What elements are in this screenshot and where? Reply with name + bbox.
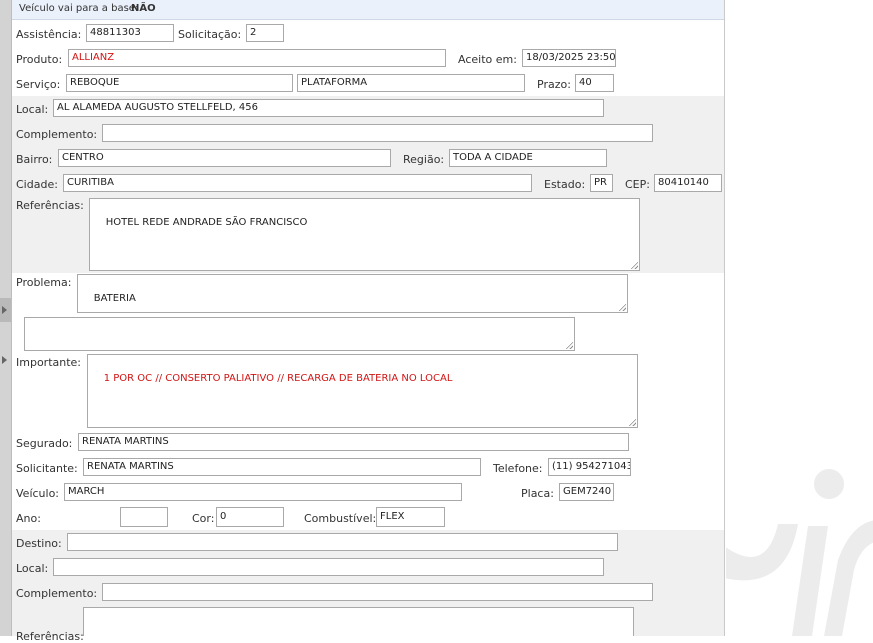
veiculo-field[interactable]: MARCH: [64, 483, 462, 501]
cidade-label: Cidade:: [16, 178, 58, 191]
problema-text: BATERIA: [93, 293, 136, 304]
combustivel-field[interactable]: FLEX: [376, 507, 445, 527]
expand-arrow-icon: [2, 306, 7, 314]
importante-label: Importante:: [16, 356, 82, 369]
complemento-field[interactable]: [102, 124, 653, 142]
servico-type-field[interactable]: PLATAFORMA: [297, 74, 525, 92]
cep-field[interactable]: 80410140: [654, 174, 722, 192]
ano-label: Ano:: [16, 512, 41, 525]
cor-field[interactable]: 0: [216, 507, 284, 527]
referencias-label: Referências:: [16, 199, 84, 212]
bairro-label: Bairro:: [16, 153, 53, 166]
veiculo-label: Veículo:: [16, 487, 60, 500]
cidade-field[interactable]: CURITIBA: [63, 174, 532, 192]
resize-grip-icon[interactable]: [630, 261, 638, 269]
aceito-field[interactable]: 18/03/2025 23:50: [522, 49, 616, 67]
importante-textarea[interactable]: 1 POR OC // CONSERTO PALIATIVO // RECARG…: [87, 354, 638, 428]
solicitante-label: Solicitante:: [16, 462, 78, 475]
cep-label: CEP:: [625, 178, 650, 191]
destino-label: Destino:: [16, 537, 62, 550]
prazo-label: Prazo:: [537, 78, 571, 91]
left-side-bar: [0, 0, 12, 636]
resize-grip-icon[interactable]: [618, 303, 626, 311]
problema-label: Problema:: [16, 276, 72, 289]
servico-field[interactable]: REBOQUE: [66, 74, 293, 92]
destino-complemento-label: Complemento:: [16, 587, 98, 600]
destino-local-label: Local:: [16, 562, 49, 575]
destino-referencias-textarea[interactable]: [83, 607, 634, 636]
local-label: Local:: [16, 103, 49, 116]
produto-label: Produto:: [16, 53, 63, 66]
resize-grip-icon[interactable]: [565, 341, 573, 349]
destino-field[interactable]: [67, 533, 618, 551]
solicitante-field[interactable]: RENATA MARTINS: [83, 458, 481, 476]
base-status-value: NÃO: [131, 3, 156, 14]
prazo-field[interactable]: 40: [575, 74, 614, 92]
assistencia-label: Assistência:: [16, 28, 82, 41]
telefone-label: Telefone:: [493, 462, 543, 475]
placa-label: Placa:: [521, 487, 554, 500]
regiao-label: Região:: [403, 153, 445, 166]
problema-detail-textarea[interactable]: [24, 317, 575, 351]
servico-label: Serviço:: [16, 78, 61, 91]
combustivel-label: Combustível:: [304, 512, 377, 525]
destino-local-field[interactable]: [53, 558, 604, 576]
referencias-textarea[interactable]: HOTEL REDE ANDRADE SÃO FRANCISCO: [89, 198, 640, 271]
service-details-panel: Veículo vai para a base: NÃO Assistência…: [12, 0, 725, 643]
complemento-label: Complemento:: [16, 128, 98, 141]
cor-label: Cor:: [192, 512, 215, 525]
destino-referencias-label: Referências:: [16, 630, 84, 643]
placa-field[interactable]: GEM7240: [559, 483, 614, 501]
resize-grip-icon[interactable]: [628, 418, 636, 426]
watermark-logo: [726, 469, 873, 636]
expand-arrow-icon[interactable]: [2, 356, 7, 364]
segurado-label: Segurado:: [16, 437, 73, 450]
segurado-field[interactable]: RENATA MARTINS: [78, 433, 629, 451]
problema-textarea[interactable]: BATERIA: [77, 274, 628, 313]
produto-field[interactable]: ALLIANZ: [68, 49, 446, 67]
solicitacao-field[interactable]: 2: [246, 24, 284, 42]
importante-text: 1 POR OC // CONSERTO PALIATIVO // RECARG…: [103, 373, 453, 384]
base-status-label: Veículo vai para a base:: [19, 3, 139, 14]
telefone-field[interactable]: (11) 954271043: [548, 458, 631, 476]
aceito-label: Aceito em:: [458, 53, 517, 66]
base-status-bar: Veículo vai para a base: NÃO: [12, 0, 724, 20]
estado-field[interactable]: PR: [590, 174, 613, 192]
regiao-field[interactable]: TODA A CIDADE: [449, 149, 607, 167]
estado-label: Estado:: [544, 178, 586, 191]
ano-field[interactable]: [120, 507, 168, 527]
side-panel-toggle[interactable]: [0, 298, 11, 322]
bairro-field[interactable]: CENTRO: [58, 149, 391, 167]
assistencia-field[interactable]: 48811303: [86, 24, 174, 42]
destino-complemento-field[interactable]: [102, 583, 653, 601]
solicitacao-label: Solicitação:: [178, 28, 242, 41]
local-field[interactable]: AL ALAMEDA AUGUSTO STELLFELD, 456: [53, 99, 604, 117]
referencias-text: HOTEL REDE ANDRADE SÃO FRANCISCO: [105, 217, 308, 228]
